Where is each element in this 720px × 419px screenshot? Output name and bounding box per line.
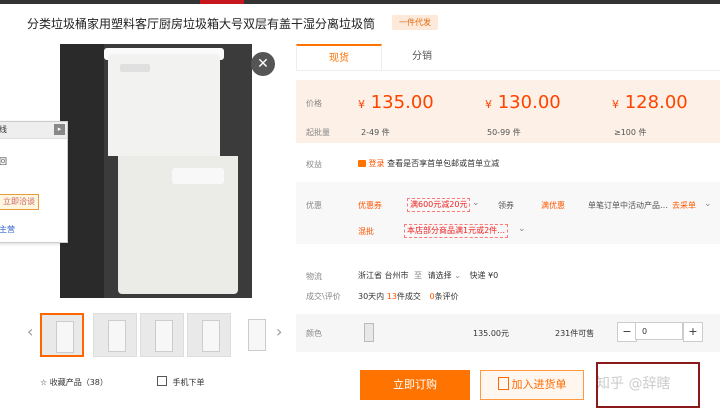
qty-tier-1: 2-49 件 (361, 128, 390, 137)
tab-divider (296, 70, 720, 71)
gift-icon (358, 160, 366, 167)
add-to-cart-label: 加入进货单 (511, 378, 567, 391)
coupon-label: 优惠券 (358, 201, 382, 210)
quantity-plus-button[interactable]: + (683, 322, 703, 342)
min-qty-label: 起批量 (306, 128, 330, 137)
review-suffix: 条评价 (434, 292, 459, 301)
bin-handle (120, 64, 150, 72)
thumbnail-image (56, 321, 74, 353)
chat-popup-text: 回 (0, 157, 7, 166)
top-brand-badge (200, 0, 244, 4)
thumbnail[interactable] (93, 313, 137, 357)
chat-popup-title: 线 (0, 125, 7, 134)
chat-now-button[interactable]: 立即洽谈 (0, 194, 39, 210)
price-tier-2: ¥ 130.00 (485, 92, 561, 113)
benefit-label: 权益 (306, 160, 322, 169)
thumbnail[interactable] (234, 313, 276, 355)
thumbnail-image (108, 320, 126, 352)
benefit-row: 登录 查看是否享首单包邮或首单立减 (358, 158, 499, 169)
favorite-label: 收藏产品（38） (49, 378, 108, 387)
reduce-link[interactable]: 去采单 (672, 200, 696, 211)
deals-count-suffix: 件成交 (396, 292, 421, 301)
dropship-badge[interactable]: 一件代发 (392, 15, 438, 30)
login-link[interactable]: 登录 (369, 159, 385, 168)
bin-pedal (172, 168, 224, 184)
phone-order-button[interactable]: 手机下单 (157, 376, 205, 388)
quantity-minus-button[interactable]: − (617, 322, 637, 342)
origin: 浙江省 台州市 (358, 271, 409, 280)
to-label: 至 (414, 271, 423, 280)
tab-spot[interactable]: 现货 (296, 44, 382, 71)
price-value: 135.00 (370, 92, 434, 113)
quantity-input[interactable]: 0 (635, 322, 683, 340)
add-to-cart-button[interactable]: 加入进货单 (480, 370, 584, 400)
price-tier-1: ¥ 135.00 (358, 92, 434, 113)
highlight-box (596, 362, 700, 408)
deals-label: 成交\评价 (306, 292, 341, 301)
coupon-badge[interactable]: 满600元减20元 (407, 198, 471, 212)
color-swatch[interactable] (364, 323, 374, 342)
currency-symbol: ¥ (612, 98, 619, 111)
deals-row: 30天内 13件成交 0条评价 (358, 291, 459, 302)
reduce-label: 满优惠 (541, 201, 565, 210)
destination-select[interactable]: 请选择 (428, 271, 452, 280)
price-value: 130.00 (497, 92, 561, 113)
promo-label: 混批 (358, 227, 374, 236)
currency-symbol: ¥ (485, 98, 492, 111)
promo-expand-icon[interactable]: ⌄ (518, 224, 526, 234)
price-tier-3: ¥ 128.00 (612, 92, 688, 113)
price-label: 价格 (306, 99, 322, 108)
price-value: 128.00 (624, 92, 688, 113)
qty-tier-3: ≥100 件 (614, 128, 647, 137)
star-icon: ☆ (40, 378, 48, 387)
reduce-expand-icon[interactable]: ⌄ (704, 199, 712, 209)
discount-label: 优惠 (306, 201, 322, 210)
claim-coupon-tag[interactable]: 领券 (498, 200, 514, 211)
thumbnail[interactable] (140, 313, 184, 357)
order-now-button[interactable]: 立即订购 (360, 370, 470, 400)
variant-stock: 231件可售 (555, 329, 595, 338)
qr-code-icon (157, 376, 167, 386)
benefit-text: 查看是否享首单包邮或首单立减 (387, 159, 500, 168)
currency-symbol: ¥ (358, 98, 365, 111)
express-fee: 快递 ¥0 (469, 271, 499, 280)
promo-badge[interactable]: 本店部分商品满1元或2件… (404, 224, 509, 238)
reduce-desc: 单笔订单中活动产品… (588, 201, 668, 210)
product-title: 分类垃圾桶家用塑料客厅厨房垃圾箱大号双层有盖干湿分离垃圾筒 (27, 17, 376, 31)
thumb-next-icon[interactable]: › (276, 322, 282, 341)
tab-distribution[interactable]: 分销 (380, 44, 464, 70)
main-product-image[interactable] (60, 44, 252, 298)
coupon-expand-icon[interactable]: ⌄ (472, 198, 480, 208)
cart-icon (497, 377, 509, 390)
thumbnail-image (202, 320, 220, 352)
chat-popup: 线 ▸ 回 立即洽谈 主营 (0, 121, 68, 243)
chat-popup-arrow-icon[interactable]: ▸ (54, 124, 65, 135)
thumb-prev-icon[interactable]: ‹ (27, 322, 33, 341)
main-business-link[interactable]: 主营 (0, 224, 15, 235)
top-nav-bar (0, 0, 720, 4)
color-label: 颜色 (306, 329, 322, 338)
close-icon[interactable]: ✕ (251, 52, 275, 76)
logistics-row: 浙江省 台州市 至 请选择 ⌄ 快递 ¥0 (358, 270, 498, 281)
phone-order-label: 手机下单 (172, 378, 205, 387)
deals-period: 30天内 (358, 292, 385, 301)
logistics-label: 物流 (306, 272, 322, 281)
thumbnail-image (248, 319, 266, 351)
variant-price: 135.00元 (473, 329, 509, 338)
favorite-button[interactable]: ☆ 收藏产品（38） (40, 377, 108, 388)
thumbnail[interactable] (187, 313, 231, 357)
qty-tier-2: 50-99 件 (487, 128, 521, 137)
thumbnail[interactable] (40, 313, 84, 357)
chevron-down-icon[interactable]: ⌄ (454, 271, 461, 280)
thumbnail-image (155, 320, 173, 352)
deals-count: 13 (386, 292, 397, 301)
